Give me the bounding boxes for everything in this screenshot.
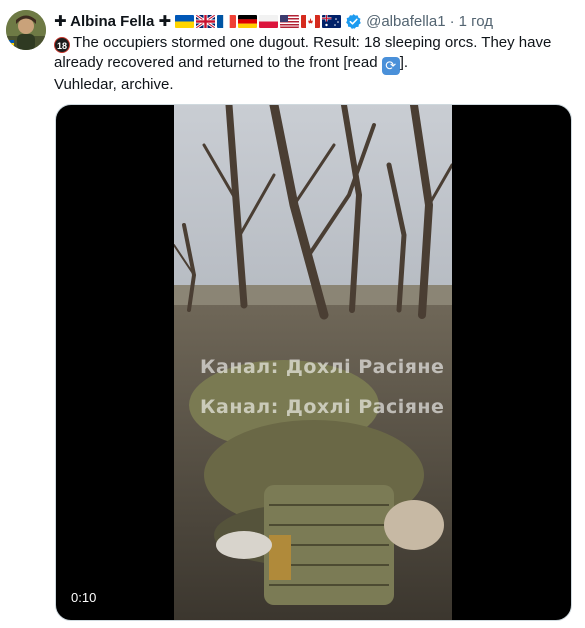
timestamp[interactable]: 1 год bbox=[459, 13, 493, 30]
video-frame[interactable]: Канал: Дохлі Расіяне Канал: Дохлі Расіян… bbox=[174, 105, 452, 620]
tweet[interactable]: ✚ Albina Fella ✚ @albafella1 · 1 год 18 … bbox=[0, 0, 585, 628]
tweet-text-line1: The occupiers stormed one dugout. Result… bbox=[54, 34, 552, 71]
watermark-text-2: Канал: Дохлі Расіяне bbox=[200, 396, 444, 418]
separator-dot: · bbox=[449, 12, 455, 30]
tweet-header: ✚ Albina Fella ✚ @albafella1 · 1 год bbox=[54, 10, 493, 32]
germany-flag-icon bbox=[238, 14, 258, 28]
tweet-text-line1-end: ]. bbox=[399, 54, 409, 71]
tweet-text: 18 The occupiers stormed one dugout. Resu… bbox=[54, 33, 574, 95]
uk-flag-icon bbox=[196, 14, 216, 28]
watermark-text-1: Канал: Дохлі Расіяне bbox=[200, 356, 444, 378]
flag-list bbox=[175, 14, 342, 28]
refresh-emoji-icon: ⟳ bbox=[381, 57, 400, 75]
tweet-text-line2: Vuhledar, archive. bbox=[54, 76, 174, 93]
age-restriction-18-icon: 18 bbox=[54, 37, 70, 53]
video-duration: 0:10 bbox=[71, 590, 97, 605]
australia-flag-icon bbox=[322, 14, 342, 28]
usa-flag-icon bbox=[280, 14, 300, 28]
display-name[interactable]: ✚ Albina Fella ✚ bbox=[54, 12, 171, 30]
france-flag-icon bbox=[217, 14, 237, 28]
avatar[interactable] bbox=[6, 10, 46, 50]
author-handle[interactable]: @albafella1 bbox=[366, 13, 445, 30]
verified-badge-icon[interactable] bbox=[345, 13, 362, 30]
video-player[interactable]: Канал: Дохлі Расіяне Канал: Дохлі Расіян… bbox=[55, 104, 572, 621]
ukraine-flag-icon bbox=[175, 14, 195, 28]
poland-flag-icon bbox=[259, 14, 279, 28]
canada-flag-icon bbox=[301, 14, 321, 28]
